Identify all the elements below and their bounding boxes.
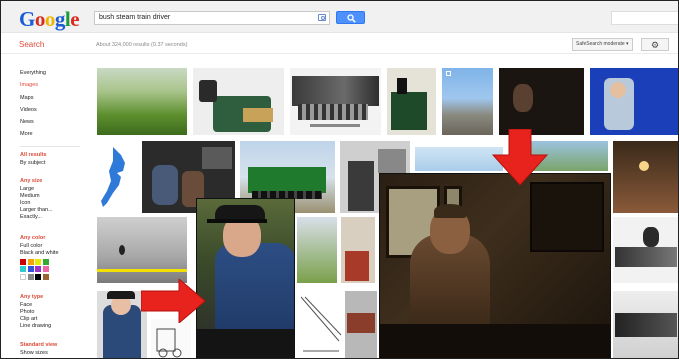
image-result[interactable] xyxy=(499,68,584,135)
color-swatch[interactable] xyxy=(35,258,41,265)
section-title: Search xyxy=(19,40,45,49)
filter-option[interactable]: Show sizes xyxy=(20,350,95,357)
logo-letter: e xyxy=(70,7,80,31)
logo-letter: o xyxy=(34,7,46,31)
sidebar-item-news[interactable]: News xyxy=(20,116,95,128)
filter-option[interactable]: Photo xyxy=(20,309,95,316)
filter-option[interactable]: Larger than... xyxy=(20,207,95,214)
filter-option[interactable]: Full color xyxy=(20,243,95,250)
filter-type: Any type Face Photo Clip art Line drawin… xyxy=(20,293,95,330)
image-result[interactable] xyxy=(193,68,284,135)
filter-view: Standard view Show sizes xyxy=(20,341,95,357)
logo-letter: g xyxy=(54,7,66,31)
image-result[interactable] xyxy=(151,319,191,358)
filter-option[interactable]: Large xyxy=(20,186,95,193)
sidebar-item-everything[interactable]: Everything xyxy=(20,67,95,79)
settings-button[interactable]: ⚙ xyxy=(641,38,669,51)
color-swatch[interactable] xyxy=(27,266,34,272)
enlarged-photo-driver-in-cab[interactable] xyxy=(379,173,611,358)
filter-option[interactable]: By subject xyxy=(20,160,95,167)
safesearch-dropdown[interactable]: SafeSearch moderate ▾ xyxy=(572,38,633,51)
filter-title[interactable]: Any type xyxy=(20,293,95,302)
image-result[interactable] xyxy=(613,217,678,283)
color-swatch[interactable] xyxy=(42,266,49,272)
new-zealand-map-icon xyxy=(101,147,125,207)
image-result[interactable] xyxy=(97,291,147,358)
engine-drawing-icon xyxy=(156,328,182,358)
image-result[interactable] xyxy=(613,291,678,358)
image-result[interactable] xyxy=(297,217,337,283)
color-swatch[interactable] xyxy=(42,273,49,280)
filter-size: Any size Large Medium Icon Larger than..… xyxy=(20,177,95,221)
image-result[interactable] xyxy=(341,217,375,283)
gear-icon: ⚙ xyxy=(651,40,660,50)
search-icon xyxy=(347,14,356,23)
enlarged-photo-driver-in-cap[interactable] xyxy=(196,198,295,358)
image-result[interactable] xyxy=(590,68,678,135)
logo-letter: o xyxy=(44,7,56,31)
filter-title[interactable]: Any size xyxy=(20,177,95,186)
image-result[interactable] xyxy=(97,217,187,283)
sidebar-item-videos[interactable]: Videos xyxy=(20,104,95,116)
camera-icon[interactable] xyxy=(318,14,326,21)
google-logo[interactable]: Google xyxy=(19,7,80,32)
color-swatch[interactable] xyxy=(27,273,34,280)
filter-option[interactable]: Clip art xyxy=(20,316,95,323)
sidebar-item-images[interactable]: Images xyxy=(20,79,95,91)
image-result[interactable] xyxy=(97,68,187,135)
filter-option[interactable]: Face xyxy=(20,302,95,309)
color-swatch[interactable] xyxy=(35,266,41,272)
crane-sketch-icon xyxy=(300,296,342,352)
filter-title[interactable]: Any color xyxy=(20,234,95,243)
filter-option[interactable]: Medium xyxy=(20,193,95,200)
image-result[interactable] xyxy=(290,68,381,135)
color-swatch[interactable] xyxy=(20,266,26,272)
image-result[interactable] xyxy=(415,147,503,171)
filter-color: Any color Full color Black and white xyxy=(20,234,95,280)
results-count: About 324,000 results (0.37 seconds) xyxy=(96,42,188,48)
filter-option[interactable]: Icon xyxy=(20,200,95,207)
color-swatch[interactable] xyxy=(20,273,26,280)
image-result[interactable] xyxy=(97,141,138,213)
color-swatch[interactable] xyxy=(35,273,41,280)
search-button[interactable] xyxy=(336,11,365,24)
browser-frame: Google bush steam train driver Search Ab… xyxy=(0,0,679,359)
color-swatches xyxy=(20,258,95,280)
color-swatch[interactable] xyxy=(42,258,49,265)
arrow-right-icon xyxy=(141,279,206,323)
image-result[interactable] xyxy=(297,291,343,358)
sidebar-divider xyxy=(20,146,80,147)
filter-option[interactable]: Black and white xyxy=(20,250,95,257)
filter-all-results: All results By subject xyxy=(20,151,95,167)
top-bar: Google bush steam train driver xyxy=(1,1,678,33)
filter-option[interactable]: Line drawing xyxy=(20,323,95,330)
sidebar-item-maps[interactable]: Maps xyxy=(20,92,95,104)
search-input-value: bush steam train driver xyxy=(99,14,171,21)
image-result[interactable] xyxy=(387,68,436,135)
arrow-down-icon xyxy=(491,129,549,186)
color-swatch[interactable] xyxy=(27,258,34,265)
image-result[interactable] xyxy=(442,68,493,135)
account-box[interactable] xyxy=(611,11,678,25)
filter-title[interactable]: Standard view xyxy=(20,341,95,350)
image-result[interactable] xyxy=(345,291,377,358)
sidebar-nav: Everything Images Maps Videos News More xyxy=(20,67,95,141)
filter-option[interactable]: Exactly... xyxy=(20,214,95,221)
search-input[interactable]: bush steam train driver xyxy=(94,11,330,25)
image-result[interactable] xyxy=(613,141,678,213)
color-swatch[interactable] xyxy=(20,258,26,265)
filter-title[interactable]: All results xyxy=(20,151,95,160)
sidebar-item-more[interactable]: More xyxy=(20,128,95,140)
logo-letter: G xyxy=(19,7,35,31)
